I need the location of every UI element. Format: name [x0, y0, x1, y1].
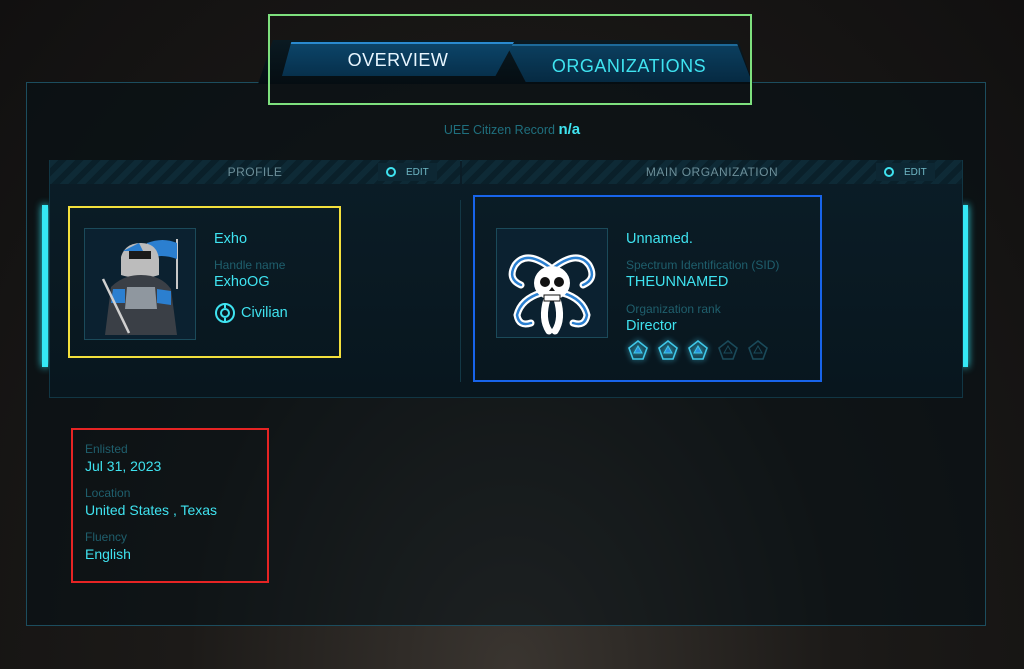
main-org-edit-button[interactable]: EDIT	[876, 163, 935, 181]
profile-edit-button[interactable]: EDIT	[378, 163, 437, 181]
profile-edit-label: EDIT	[406, 166, 429, 178]
details-highlight-box	[71, 428, 269, 583]
card-divider	[460, 200, 461, 382]
edit-ring-icon	[884, 167, 894, 177]
org-highlight-box	[473, 195, 822, 382]
main-org-edit-label: EDIT	[904, 166, 927, 178]
edit-ring-icon	[386, 167, 396, 177]
citizen-record-value: n/a	[558, 121, 581, 138]
profile-highlight-box	[68, 206, 341, 358]
citizen-record: UEE Citizen Record n/a	[0, 121, 1024, 138]
main-org-section-title: MAIN ORGANIZATION	[645, 165, 779, 179]
profile-section-title: PROFILE	[227, 165, 283, 179]
card-left-glow	[42, 205, 48, 367]
tabs-highlight-box	[268, 14, 752, 105]
citizen-record-label: UEE Citizen Record	[443, 123, 555, 137]
